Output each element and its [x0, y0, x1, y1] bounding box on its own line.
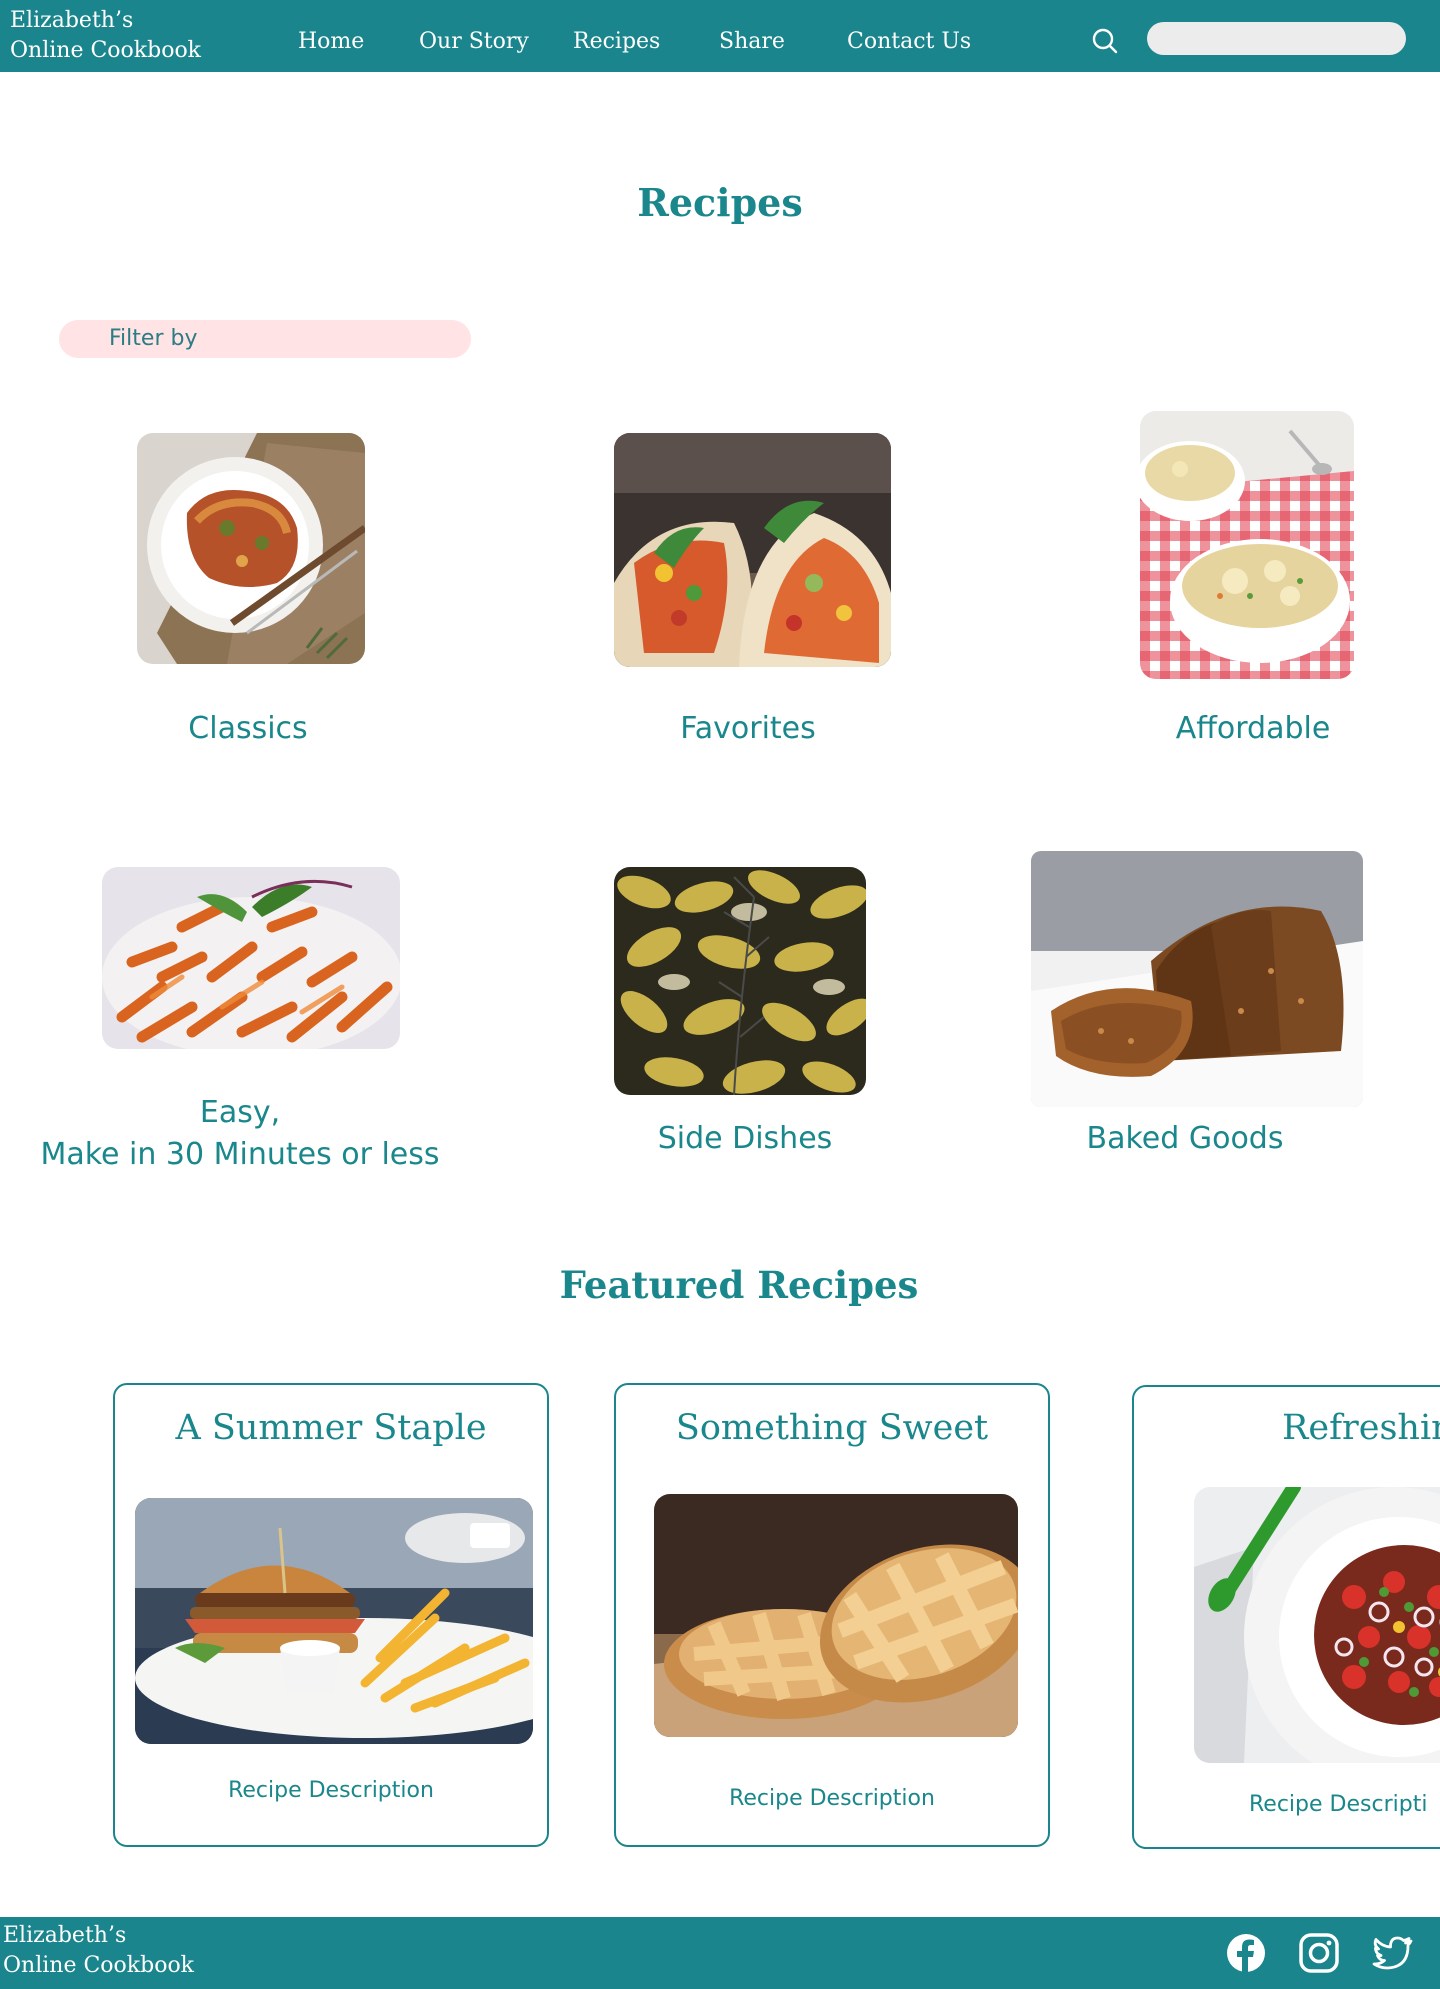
- category-affordable-image[interactable]: [1140, 411, 1354, 679]
- search-icon[interactable]: [1090, 26, 1120, 56]
- category-classics-image[interactable]: [137, 433, 365, 664]
- burger-fries-photo: [135, 1498, 533, 1744]
- category-affordable-label[interactable]: Affordable: [1146, 708, 1360, 750]
- roasted-potatoes-photo: [614, 867, 866, 1095]
- instagram-icon[interactable]: [1298, 1932, 1340, 1974]
- lasagna-photo: [137, 433, 365, 664]
- featured-recipes-title: Featured Recipes: [559, 1263, 919, 1307]
- site-logo-line2: Online Cookbook: [10, 38, 202, 63]
- category-easy-image[interactable]: [102, 867, 400, 1049]
- nav-recipes[interactable]: Recipes: [573, 27, 660, 57]
- category-side-dishes-label[interactable]: Side Dishes: [620, 1118, 870, 1160]
- twitter-icon[interactable]: [1372, 1932, 1414, 1974]
- category-classics-label[interactable]: Classics: [148, 708, 348, 750]
- featured-card-summer-staple[interactable]: A Summer Staple Recipe Description: [113, 1383, 549, 1847]
- footer: Elizabeth’s Online Cookbook: [0, 1917, 1440, 1989]
- card-image: [654, 1494, 1018, 1737]
- category-easy-label[interactable]: Easy, Make in 30 Minutes or less: [40, 1092, 440, 1176]
- category-easy-label-line2: Make in 30 Minutes or less: [40, 1137, 440, 1172]
- featured-card-something-sweet[interactable]: Something Sweet Recipe Description: [614, 1383, 1050, 1847]
- category-easy-label-line1: Easy,: [199, 1095, 281, 1130]
- card-title: Refreshin: [1282, 1408, 1440, 1448]
- card-description: Recipe Description: [228, 1778, 434, 1803]
- footer-logo[interactable]: Elizabeth’s Online Cookbook: [3, 1921, 194, 1981]
- site-logo[interactable]: Elizabeth’s Online Cookbook: [10, 6, 230, 66]
- filter-dropdown[interactable]: Filter by: [59, 320, 471, 358]
- nav-contact-us[interactable]: Contact Us: [847, 27, 971, 57]
- search-input[interactable]: [1147, 22, 1406, 55]
- facebook-icon[interactable]: [1225, 1932, 1267, 1974]
- filter-label: Filter by: [109, 326, 198, 351]
- featured-card-refreshing[interactable]: Refreshin Recipe Descripti: [1132, 1385, 1440, 1849]
- card-title: A Summer Staple: [175, 1408, 487, 1448]
- page-title: Recipes: [637, 180, 803, 225]
- nav-our-story[interactable]: Our Story: [419, 27, 529, 57]
- site-logo-line1: Elizabeth’s: [10, 8, 134, 33]
- category-side-dishes-image[interactable]: [614, 867, 866, 1095]
- category-favorites-label[interactable]: Favorites: [632, 708, 864, 750]
- card-description: Recipe Description: [729, 1786, 935, 1811]
- card-image: [1194, 1487, 1440, 1763]
- category-baked-goods-label[interactable]: Baked Goods: [1060, 1118, 1310, 1160]
- top-nav-bar: Elizabeth’s Online Cookbook Home Our Sto…: [0, 0, 1440, 72]
- card-title: Something Sweet: [675, 1408, 989, 1448]
- card-description: Recipe Descripti: [1249, 1792, 1428, 1817]
- pasta-photo: [102, 867, 400, 1049]
- category-baked-goods-image[interactable]: [1031, 851, 1363, 1107]
- nav-home[interactable]: Home: [298, 27, 364, 57]
- footer-logo-line2: Online Cookbook: [3, 1953, 195, 1978]
- footer-logo-line1: Elizabeth’s: [3, 1923, 127, 1948]
- category-favorites-image[interactable]: [614, 433, 891, 667]
- salad-photo: [1194, 1487, 1440, 1763]
- tacos-photo: [614, 433, 891, 667]
- bread-loaf-photo: [1031, 851, 1363, 1107]
- lattice-pie-photo: [654, 1494, 1018, 1737]
- card-image: [135, 1498, 533, 1744]
- soup-photo: [1140, 411, 1354, 679]
- nav-share[interactable]: Share: [719, 27, 785, 57]
